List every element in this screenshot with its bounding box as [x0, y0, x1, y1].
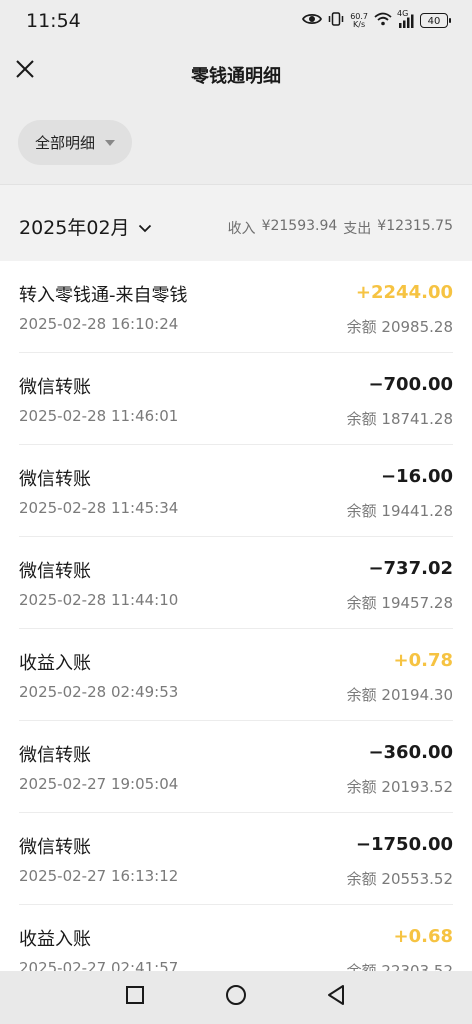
transaction-amount: +0.78 — [393, 650, 454, 671]
recents-button[interactable] — [122, 984, 148, 1010]
transaction-datetime: 2025-02-28 16:10:24 — [19, 315, 179, 333]
income-value: ¥21593.94 — [261, 218, 338, 234]
transaction-amount: −700.00 — [368, 374, 453, 395]
transaction-row[interactable]: 微信转账 2025-02-27 16:13:12 −1750.00 余额 205… — [0, 813, 472, 905]
transaction-title: 收益入账 — [19, 653, 91, 674]
net-speed-unit: K/s — [353, 19, 366, 29]
dropdown-triangle-icon — [105, 139, 115, 146]
page-title: 零钱通明细 — [191, 66, 281, 87]
transaction-row[interactable]: 收益入账 2025-02-28 02:49:53 +0.78 余额 20194.… — [0, 629, 472, 721]
transaction-title: 微信转账 — [19, 469, 91, 490]
month-selector[interactable]: 2025年02月 — [19, 213, 152, 240]
system-nav-bar — [0, 971, 472, 1024]
transaction-balance: 余额 20553.52 — [346, 870, 453, 888]
month-bar: 2025年02月 收入 ¥21593.94 支出 ¥12315.75 — [0, 185, 472, 261]
transaction-datetime: 2025-02-28 02:49:53 — [19, 683, 179, 701]
chevron-down-icon — [138, 216, 152, 238]
transaction-title: 微信转账 — [19, 745, 91, 766]
transaction-datetime: 2025-02-28 11:46:01 — [19, 407, 179, 425]
back-button[interactable] — [323, 984, 349, 1010]
vibrate-icon — [328, 11, 344, 30]
transaction-row[interactable]: 微信转账 2025-02-27 19:05:04 −360.00 余额 2019… — [0, 721, 472, 813]
income-label: 收入 — [227, 221, 256, 237]
transaction-datetime: 2025-02-27 02:41:57 — [19, 959, 179, 971]
network-type: 4G — [397, 8, 409, 18]
transaction-amount: −360.00 — [368, 742, 453, 763]
transaction-title: 收益入账 — [19, 929, 91, 950]
transaction-balance: 余额 22303.52 — [346, 962, 453, 971]
transaction-datetime: 2025-02-27 19:05:04 — [19, 775, 179, 793]
transaction-row[interactable]: 收益入账 2025-02-27 02:41:57 +0.68 余额 22303.… — [0, 905, 472, 971]
transaction-datetime: 2025-02-27 16:13:12 — [19, 867, 179, 885]
status-time: 11:54 — [26, 10, 81, 32]
transaction-title: 微信转账 — [19, 561, 91, 582]
square-icon — [125, 985, 145, 1009]
status-bar: 11:54 60.7 K/s 4G 40 — [0, 0, 472, 44]
transaction-list: 转入零钱通-来自零钱 2025-02-28 16:10:24 +2244.00 … — [0, 261, 472, 971]
transaction-amount: −1750.00 — [355, 834, 453, 855]
expense-value: ¥12315.75 — [377, 218, 453, 234]
battery-indicator: 40 — [420, 13, 451, 28]
transaction-datetime: 2025-02-28 11:44:10 — [19, 591, 179, 609]
nav-bar: 零钱通明细 — [0, 44, 472, 102]
transaction-datetime: 2025-02-28 11:45:34 — [19, 499, 179, 517]
transaction-title: 转入零钱通-来自零钱 — [19, 285, 188, 306]
transaction-balance: 余额 19441.28 — [346, 502, 453, 520]
filter-area: 全部明细 — [0, 102, 472, 184]
transaction-balance: 余额 18741.28 — [346, 410, 453, 428]
transaction-amount: −737.02 — [368, 558, 453, 579]
status-icons: 60.7 K/s 4G 40 — [302, 9, 451, 30]
signal-icon: 4G — [397, 9, 414, 28]
wifi-icon — [374, 11, 392, 30]
transaction-amount: +2244.00 — [355, 282, 453, 303]
transaction-row[interactable]: 转入零钱通-来自零钱 2025-02-28 16:10:24 +2244.00 … — [0, 261, 472, 353]
transaction-balance: 余额 20985.28 — [346, 318, 453, 336]
transaction-title: 微信转账 — [19, 377, 91, 398]
filter-label: 全部明细 — [34, 134, 95, 152]
transaction-row[interactable]: 微信转账 2025-02-28 11:44:10 −737.02 余额 1945… — [0, 537, 472, 629]
eye-icon — [302, 11, 323, 30]
transaction-row[interactable]: 微信转账 2025-02-28 11:45:34 −16.00 余额 19441… — [0, 445, 472, 537]
expense-label: 支出 — [343, 221, 372, 237]
filter-dropdown-button[interactable]: 全部明细 — [18, 120, 132, 165]
transaction-balance: 余额 20194.30 — [346, 686, 453, 704]
transaction-row[interactable]: 微信转账 2025-02-28 11:46:01 −700.00 余额 1874… — [0, 353, 472, 445]
transaction-balance: 余额 20193.52 — [346, 778, 453, 796]
home-button[interactable] — [223, 984, 249, 1010]
net-speed: 60.7 K/s — [350, 12, 368, 29]
transaction-title: 微信转账 — [19, 837, 91, 858]
transaction-amount: −16.00 — [380, 466, 453, 487]
month-summary: 收入 ¥21593.94 支出 ¥12315.75 — [228, 218, 453, 238]
triangle-back-icon — [326, 984, 346, 1010]
transaction-amount: +0.68 — [393, 926, 454, 947]
month-label: 2025年02月 — [19, 217, 130, 239]
transaction-balance: 余额 19457.28 — [346, 594, 453, 612]
circle-icon — [225, 984, 247, 1010]
